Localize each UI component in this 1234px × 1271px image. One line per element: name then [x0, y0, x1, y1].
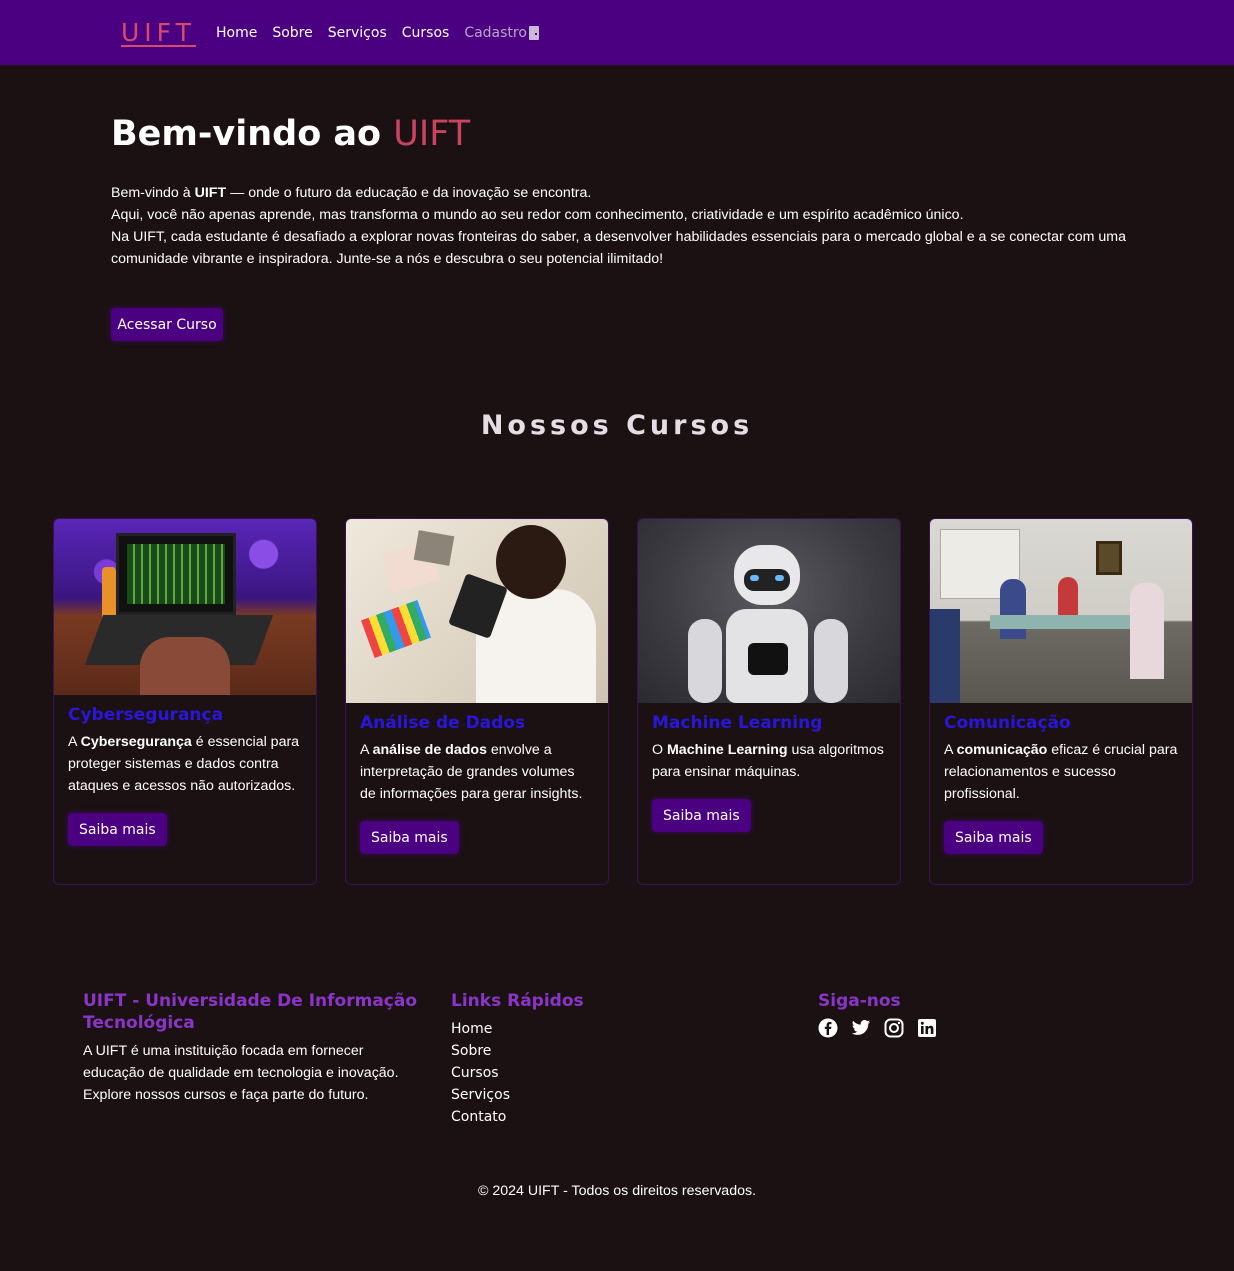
footer-link-sobre[interactable]: Sobre: [451, 1040, 584, 1062]
instagram-icon[interactable]: [884, 1018, 904, 1038]
nav-link-home[interactable]: Home: [216, 23, 257, 43]
footer-about: UIFT - Universidade De Informação Tecnol…: [83, 990, 423, 1106]
footer-links-title: Links Rápidos: [451, 991, 584, 1011]
course-card-ml: Machine Learning O Machine Learning usa …: [637, 518, 901, 885]
hero-line-2: Aqui, você não apenas aprende, mas trans…: [111, 207, 964, 223]
logo[interactable]: UIFT: [121, 18, 196, 48]
course-card-comunicacao: Comunicação A comunicação eficaz é cruci…: [929, 518, 1193, 885]
copyright: © 2024 UIFT - Todos os direitos reservad…: [477, 1183, 757, 1199]
hero-title-accent: UIFT: [393, 114, 471, 154]
course-desc-bold: análise de dados: [372, 742, 487, 758]
footer-link-home[interactable]: Home: [451, 1018, 584, 1040]
hero-line-1-pre: Bem-vindo à: [111, 185, 195, 201]
footer-link-servicos[interactable]: Serviços: [451, 1084, 584, 1106]
course-image-comunicacao: [930, 519, 1192, 703]
saiba-mais-button[interactable]: Saiba mais: [360, 821, 459, 854]
course-card-dados: Análise de Dados A análise de dados envo…: [345, 518, 609, 885]
hero-line-1-bold: UIFT: [194, 185, 227, 201]
hero-line-1: Bem-vindo à UIFT — onde o futuro da educ…: [111, 182, 1141, 204]
course-desc-pre: A: [68, 734, 81, 750]
course-desc-bold: Cybersegurança: [80, 734, 192, 750]
course-desc-pre: A: [944, 742, 957, 758]
nav-link-sobre[interactable]: Sobre: [272, 23, 312, 43]
footer-about-text: A UIFT é uma instituição focada em forne…: [83, 1043, 399, 1103]
social-icons: [818, 1018, 937, 1038]
course-image-dados: [346, 519, 608, 703]
course-image-ml: [638, 519, 900, 703]
course-description: A análise de dados envolve a interpretaç…: [360, 739, 594, 805]
course-description: A Cybersegurança é essencial para proteg…: [68, 731, 302, 797]
facebook-icon[interactable]: [818, 1018, 838, 1038]
nav-link-cursos[interactable]: Cursos: [402, 23, 450, 43]
footer-link-cursos[interactable]: Cursos: [451, 1062, 584, 1084]
nav-link-servicos[interactable]: Serviços: [328, 23, 387, 43]
course-title: Cybersegurança: [68, 705, 224, 725]
footer-social-title: Siga-nos: [818, 991, 901, 1011]
navbar: UIFT Home Sobre Serviços Cursos Cadastro: [0, 0, 1234, 65]
hero-line-3: Na UIFT, cada estudante é desafiado a ex…: [111, 229, 1126, 267]
course-desc-bold: Machine Learning: [666, 742, 788, 758]
saiba-mais-button[interactable]: Saiba mais: [944, 821, 1043, 854]
hero-title: Bem-vindo ao UIFT: [111, 112, 470, 156]
nav-links: Home Sobre Serviços Cursos Cadastro: [216, 23, 539, 43]
nav-link-cadastro[interactable]: Cadastro: [464, 23, 539, 43]
saiba-mais-button[interactable]: Saiba mais: [68, 813, 167, 846]
course-card-cyber: Cybersegurança A Cybersegurança é essenc…: [53, 518, 317, 885]
linkedin-icon[interactable]: [917, 1018, 937, 1038]
course-image-cyber: [54, 519, 316, 695]
hero-text: Bem-vindo à UIFT — onde o futuro da educ…: [111, 182, 1141, 270]
course-description: O Machine Learning usa algoritmos para e…: [652, 739, 886, 783]
footer-link-contato[interactable]: Contato: [451, 1106, 584, 1128]
twitter-icon[interactable]: [851, 1018, 871, 1038]
course-title: Machine Learning: [652, 713, 823, 733]
footer-links: Links Rápidos Home Sobre Cursos Serviços…: [451, 990, 584, 1128]
hero-title-prefix: Bem-vindo ao: [111, 114, 394, 154]
course-description: A comunicação eficaz é crucial para rela…: [944, 739, 1178, 805]
course-desc-pre: A: [360, 742, 373, 758]
access-course-button[interactable]: Acessar Curso: [111, 308, 223, 341]
hero-line-1-post: — onde o futuro da educação e da inovaçã…: [226, 185, 592, 201]
course-desc-pre: O: [652, 742, 667, 758]
course-title: Análise de Dados: [360, 713, 526, 733]
door-icon: [528, 26, 539, 40]
saiba-mais-button[interactable]: Saiba mais: [652, 799, 751, 832]
courses-section-title: Nossos Cursos: [480, 410, 754, 441]
course-title: Comunicação: [944, 713, 1071, 733]
course-desc-bold: comunicação: [956, 742, 1048, 758]
footer-about-title: UIFT - Universidade De Informação Tecnol…: [83, 991, 418, 1033]
nav-link-cadastro-label: Cadastro: [464, 25, 527, 41]
footer-social: Siga-nos: [818, 990, 937, 1038]
